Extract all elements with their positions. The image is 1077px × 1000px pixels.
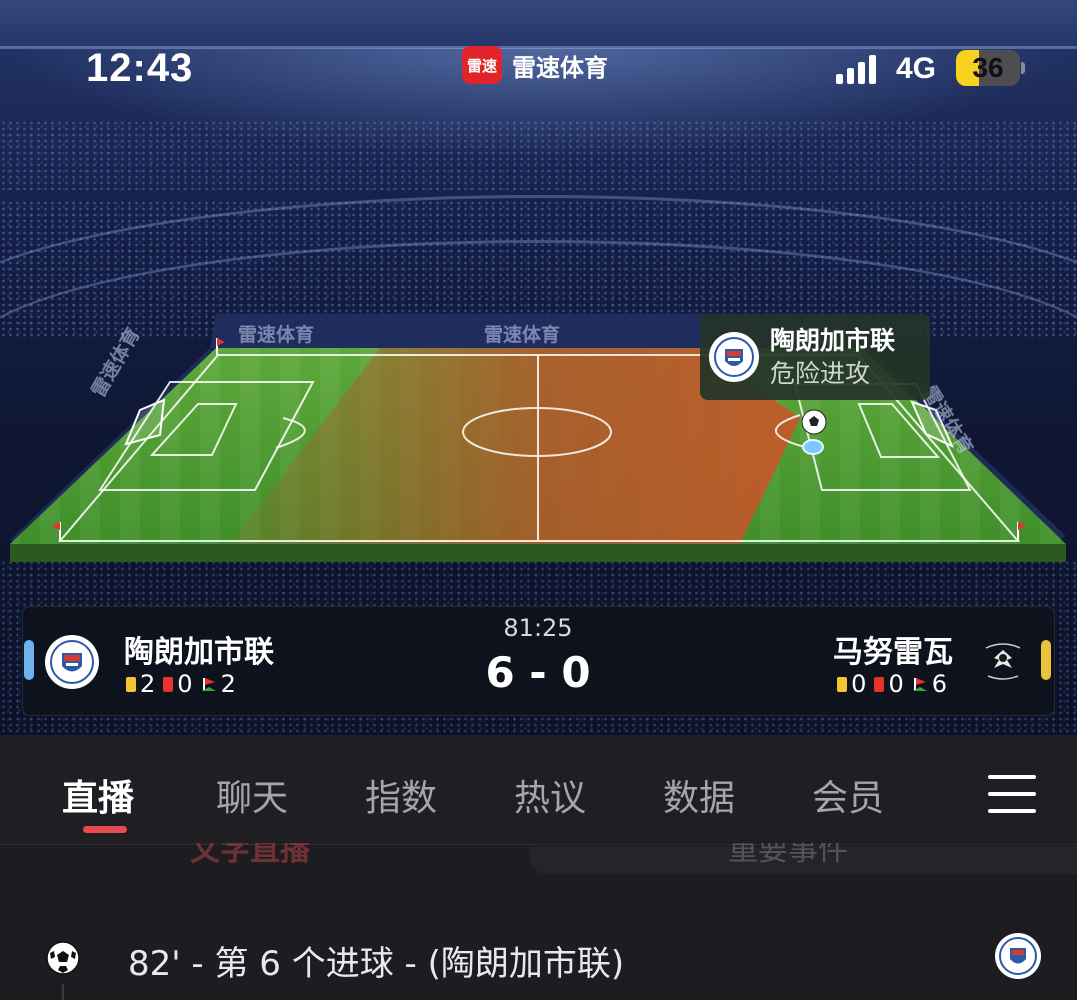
home-red-count: 0 (177, 670, 193, 698)
tab-odds[interactable]: 指数 (365, 769, 437, 821)
away-corner-count: 6 (931, 670, 947, 698)
away-side-marker (1041, 640, 1051, 680)
tab-stats[interactable]: 数据 (663, 769, 735, 821)
corner-flag-icon (912, 678, 927, 691)
home-team-crest-icon (709, 332, 759, 382)
attack-indicator: 陶朗加市联 危险进攻 (700, 314, 930, 400)
attack-text: 陶朗加市联 危险进攻 (770, 324, 895, 390)
home-yellow-count: 2 (140, 670, 156, 698)
app-logo-icon: 雷速 (462, 46, 502, 84)
app-name: 雷速体育 (512, 53, 608, 82)
home-red-cards: 0 (163, 670, 193, 698)
signal-icon (836, 52, 876, 84)
upper-stand (0, 120, 1077, 190)
home-yellow-cards: 2 (126, 670, 155, 698)
app-brand: 雷速 雷速体育 (462, 46, 608, 84)
red-card-icon (163, 676, 174, 692)
yellow-card-icon (837, 676, 848, 692)
pitch-edge (10, 544, 1066, 562)
away-red-count: 0 (888, 670, 904, 698)
battery-icon: 36 (956, 50, 1020, 86)
battery-level: 36 (972, 52, 1004, 83)
match-clock: 81:25 (503, 614, 573, 642)
tab-live[interactable]: 直播 (62, 769, 134, 821)
away-yellow-count: 0 (851, 670, 867, 698)
tab-membership[interactable]: 会员 (812, 769, 884, 821)
away-team-stats: 0 0 6 (837, 670, 947, 698)
network-type: 4G (896, 52, 937, 85)
attack-status: 危险进攻 (770, 359, 871, 388)
event-description: 82' - 第 6 个进球 - (陶朗加市联) (128, 944, 625, 984)
home-team-crest-icon[interactable] (44, 634, 100, 690)
ad-board-label: 雷速体育 (238, 324, 315, 346)
home-corners: 2 (201, 670, 236, 698)
corner-flag-icon (201, 678, 216, 691)
away-corners: 6 (912, 670, 947, 698)
menu-icon[interactable] (988, 775, 1036, 813)
tab-chat[interactable]: 聊天 (216, 769, 288, 821)
home-team-stats: 2 0 2 (126, 670, 236, 698)
away-team-crest-icon[interactable] (976, 634, 1030, 688)
ad-board-label: 雷速体育 (484, 324, 561, 346)
battery-tip (1021, 62, 1025, 74)
soccer-ball-icon (46, 941, 80, 975)
timeline-line (62, 984, 64, 1000)
attack-team-name: 陶朗加市联 (770, 326, 896, 355)
stadium-roof (0, 0, 1077, 48)
red-card-icon (874, 676, 885, 692)
away-team-name[interactable]: 马努雷瓦 (833, 627, 953, 671)
away-yellow-cards: 0 (837, 670, 866, 698)
yellow-card-icon (126, 676, 136, 692)
away-red-cards: 0 (874, 670, 904, 698)
ball-marker (802, 439, 824, 455)
ball-position-icon (801, 409, 827, 435)
active-tab-indicator (83, 826, 127, 833)
home-side-marker (24, 640, 34, 680)
home-corner-count: 2 (220, 670, 236, 698)
match-score: 6 - 0 (485, 648, 591, 697)
home-team-crest-icon (995, 933, 1041, 979)
status-time: 12:43 (86, 46, 194, 90)
tab-discussion[interactable]: 热议 (514, 769, 586, 821)
home-team-name[interactable]: 陶朗加市联 (124, 627, 274, 671)
